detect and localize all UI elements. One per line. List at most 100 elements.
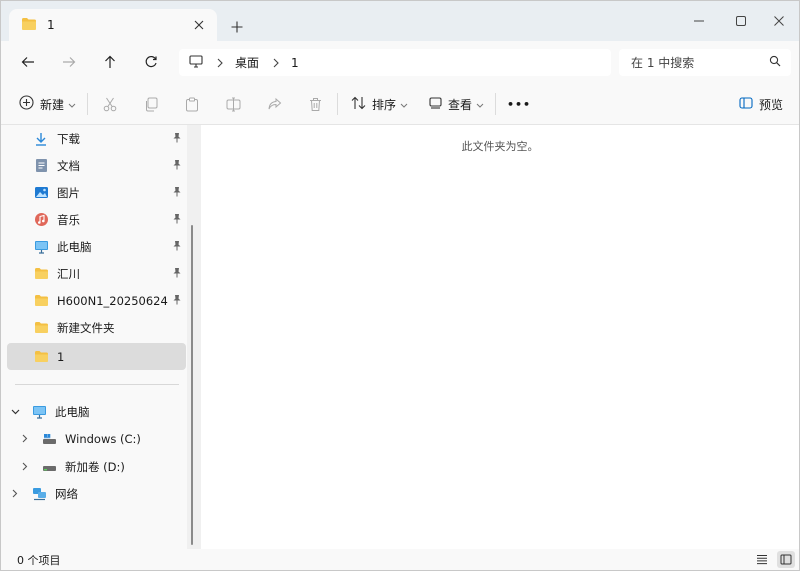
sidebar-divider bbox=[15, 384, 179, 385]
search-icon[interactable] bbox=[769, 55, 781, 70]
item-count: 0 个项目 bbox=[17, 554, 61, 567]
more-options-button[interactable]: ••• bbox=[507, 92, 531, 116]
sidebar-item-label: H600N1_20250624 bbox=[57, 293, 168, 308]
document-icon bbox=[33, 158, 49, 174]
sidebar-item-label: 下载 bbox=[57, 131, 80, 146]
status-bar: 0 个项目 bbox=[1, 549, 799, 570]
share-icon[interactable] bbox=[266, 96, 282, 112]
toolbar-divider bbox=[337, 93, 338, 115]
music-icon bbox=[33, 212, 49, 228]
details-view-icon[interactable] bbox=[753, 551, 771, 568]
chevron-right-icon[interactable] bbox=[17, 459, 33, 475]
pin-icon[interactable] bbox=[172, 186, 182, 200]
refresh-icon[interactable] bbox=[139, 50, 163, 74]
scrollbar-thumb[interactable] bbox=[191, 225, 193, 545]
sort-icon bbox=[351, 96, 366, 113]
chevron-down-icon bbox=[68, 97, 76, 111]
title-bar: 1 bbox=[1, 1, 799, 41]
breadcrumb-desktop[interactable]: 桌面 bbox=[235, 54, 259, 71]
sidebar-item-new-folder[interactable]: 新建文件夹 bbox=[7, 314, 186, 341]
search-input[interactable] bbox=[631, 55, 761, 70]
monitor-icon bbox=[189, 54, 203, 71]
tiles-view-icon[interactable] bbox=[777, 551, 795, 568]
sidebar-item-label: 新建文件夹 bbox=[57, 320, 115, 335]
toolbar-divider bbox=[495, 93, 496, 115]
tab-current[interactable]: 1 bbox=[9, 9, 217, 41]
copy-icon[interactable] bbox=[143, 96, 159, 112]
sidebar-scrollbar[interactable] bbox=[189, 225, 195, 551]
sidebar-item-label: 文档 bbox=[57, 158, 80, 173]
chevron-down-icon bbox=[400, 97, 408, 111]
more-icon: ••• bbox=[507, 97, 532, 111]
breadcrumb-current[interactable]: 1 bbox=[291, 56, 299, 70]
new-button[interactable]: 新建 bbox=[19, 92, 76, 116]
new-tab-icon[interactable] bbox=[227, 17, 247, 37]
chevron-down-icon bbox=[476, 97, 484, 111]
pictures-icon bbox=[33, 185, 49, 201]
tree-item-network[interactable]: 网络 bbox=[7, 480, 186, 507]
computer-icon bbox=[33, 239, 49, 255]
preview-label: 预览 bbox=[759, 97, 784, 112]
minimize-icon[interactable] bbox=[679, 7, 719, 35]
sort-button[interactable]: 排序 bbox=[351, 92, 408, 116]
up-arrow-icon[interactable] bbox=[98, 50, 122, 74]
view-icon bbox=[429, 96, 442, 112]
chevron-down-icon[interactable] bbox=[7, 404, 23, 420]
sidebar-item-downloads[interactable]: 下载 bbox=[7, 125, 186, 152]
sidebar-item-label: 此电脑 bbox=[57, 239, 92, 254]
tree-item-this-pc[interactable]: 此电脑 bbox=[7, 398, 186, 425]
sidebar-item-documents[interactable]: 文档 bbox=[7, 152, 186, 179]
search-box bbox=[619, 49, 791, 76]
drive-icon bbox=[41, 431, 57, 447]
pin-icon[interactable] bbox=[172, 132, 182, 146]
forward-arrow-icon[interactable] bbox=[57, 50, 81, 74]
pin-icon[interactable] bbox=[172, 240, 182, 254]
maximize-icon[interactable] bbox=[721, 7, 761, 35]
preview-pane-button[interactable]: 预览 bbox=[739, 92, 783, 116]
toolbar-divider bbox=[87, 93, 88, 115]
chevron-right-icon[interactable] bbox=[17, 431, 33, 447]
tree-item-drive-c[interactable]: Windows (C:) bbox=[17, 425, 196, 452]
sidebar-item-label: 图片 bbox=[57, 185, 80, 200]
pin-icon[interactable] bbox=[172, 213, 182, 227]
sidebar-item-folder-1[interactable]: 1 bbox=[7, 343, 186, 370]
sidebar-item-pictures[interactable]: 图片 bbox=[7, 179, 186, 206]
tab-title: 1 bbox=[47, 18, 55, 32]
pin-icon[interactable] bbox=[172, 294, 182, 308]
folder-icon bbox=[21, 17, 37, 34]
close-window-icon[interactable] bbox=[759, 7, 799, 35]
plus-circle-icon bbox=[19, 95, 34, 113]
close-tab-icon[interactable] bbox=[191, 17, 207, 33]
file-list-area[interactable]: 此文件夹为空。 bbox=[201, 125, 799, 549]
cut-icon[interactable] bbox=[102, 96, 118, 112]
sidebar-item-h600n1[interactable]: H600N1_20250624 bbox=[7, 287, 186, 314]
command-toolbar: 新建 排序 查看 ••• 预览 bbox=[1, 83, 799, 125]
sort-label: 排序 bbox=[372, 97, 397, 112]
paste-icon[interactable] bbox=[184, 96, 200, 112]
sidebar-item-this-pc[interactable]: 此电脑 bbox=[7, 233, 186, 260]
pin-icon[interactable] bbox=[172, 159, 182, 173]
download-icon bbox=[33, 131, 49, 147]
chevron-right-icon bbox=[273, 58, 279, 68]
tree-item-drive-d[interactable]: 新加卷 (D:) bbox=[17, 453, 196, 480]
delete-icon[interactable] bbox=[307, 96, 323, 112]
file-explorer-window: 1 桌面 1 在 1 中搜索 新建 排序 查看 ••• 预览 下载 文档 图片 … bbox=[0, 0, 800, 571]
folder-icon bbox=[33, 293, 49, 309]
drive-icon bbox=[41, 459, 57, 475]
tree-item-label: 此电脑 bbox=[55, 404, 90, 419]
tree-item-label: 新加卷 (D:) bbox=[65, 459, 125, 474]
sidebar-item-music[interactable]: 音乐 bbox=[7, 206, 186, 233]
preview-pane-icon bbox=[739, 96, 753, 112]
folder-icon bbox=[33, 266, 49, 282]
address-bar[interactable]: 桌面 1 bbox=[179, 49, 611, 76]
sidebar-item-huichuan[interactable]: 汇川 bbox=[7, 260, 186, 287]
chevron-right-icon[interactable] bbox=[7, 486, 23, 502]
back-arrow-icon[interactable] bbox=[16, 50, 40, 74]
folder-icon bbox=[33, 349, 49, 365]
pin-icon[interactable] bbox=[172, 267, 182, 281]
chevron-right-icon bbox=[217, 58, 223, 68]
tree-item-label: Windows (C:) bbox=[65, 431, 141, 446]
sidebar-item-label: 音乐 bbox=[57, 212, 80, 227]
rename-icon[interactable] bbox=[225, 96, 241, 112]
view-button[interactable]: 查看 bbox=[429, 92, 484, 116]
